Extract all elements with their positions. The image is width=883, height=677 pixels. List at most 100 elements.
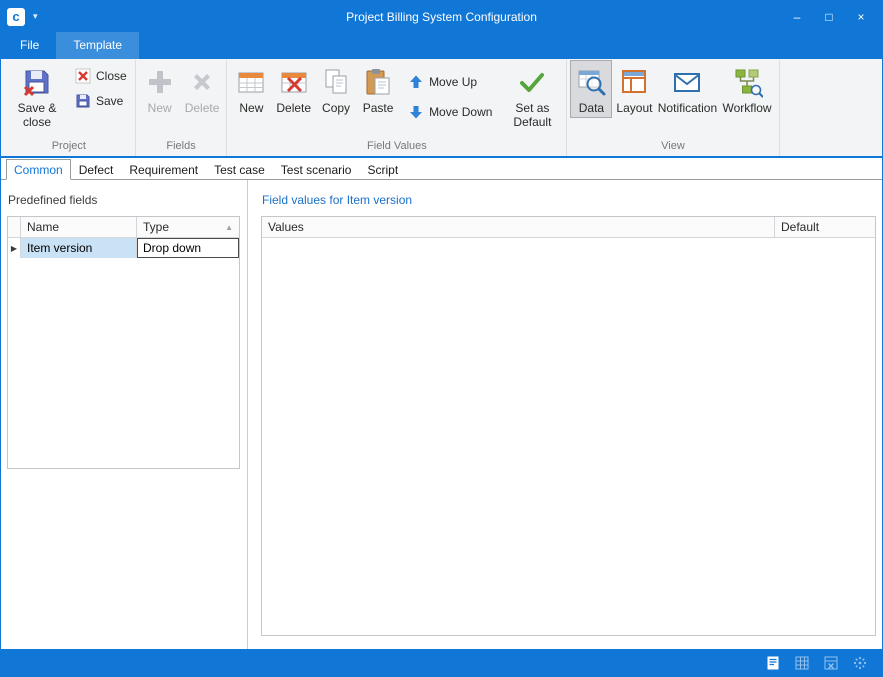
group-caption-field-values: Field Values: [230, 139, 563, 156]
split-panels: Predefined fields Name Type ▲ ▶ Item ver…: [1, 180, 882, 649]
row-indicator-icon: ▶: [8, 238, 21, 258]
arrow-up-icon: [408, 74, 424, 90]
paste-icon: [362, 66, 394, 98]
notification-view-label: Notification: [658, 101, 717, 115]
paste-button[interactable]: Paste: [357, 60, 399, 118]
project-small-buttons: Close Save: [68, 60, 132, 111]
save-and-close-label: Save & close: [10, 101, 64, 130]
grid-empty-area[interactable]: [262, 238, 875, 635]
group-caption-fields: Fields: [139, 139, 224, 156]
column-header-default[interactable]: Default: [775, 217, 875, 237]
grid-view-icon[interactable]: [793, 654, 810, 671]
values-new-button[interactable]: New: [230, 60, 272, 118]
save-button[interactable]: Save: [72, 91, 130, 111]
ribbon-tab-template[interactable]: Template: [56, 32, 139, 59]
layout-icon: [618, 66, 650, 98]
checkmark-icon: [516, 66, 548, 98]
column-header-type[interactable]: Type ▲: [137, 217, 239, 237]
plus-icon: [144, 66, 176, 98]
predefined-fields-title: Predefined fields: [7, 190, 240, 216]
grid-header: Values Default: [262, 217, 875, 238]
workflow-view-label: Workflow: [722, 101, 771, 115]
move-down-button[interactable]: Move Down: [405, 102, 495, 122]
ribbon-tab-file[interactable]: File: [3, 32, 56, 59]
ribbon-group-fields: New Delete Fields: [136, 60, 228, 156]
ribbon: Save & close Close Save: [1, 59, 882, 156]
field-values-title: Field values for Item version: [261, 190, 876, 216]
data-view-button[interactable]: Data: [570, 60, 612, 118]
sort-ascending-icon: ▲: [225, 223, 233, 232]
field-values-panel: Field values for Item version Values Def…: [248, 180, 882, 649]
close-window-button[interactable]: ×: [846, 5, 876, 29]
save-and-close-button[interactable]: Save & close: [6, 60, 68, 133]
values-delete-label: Delete: [276, 101, 311, 115]
workflow-view-button[interactable]: Workflow: [718, 60, 775, 118]
tab-requirement[interactable]: Requirement: [121, 159, 206, 180]
close-x-icon: [75, 68, 91, 84]
cell-field-type[interactable]: Drop down: [137, 238, 239, 258]
ribbon-group-view: Data Layout Notification: [567, 60, 779, 156]
copy-button[interactable]: Copy: [315, 60, 357, 118]
layout-view-label: Layout: [616, 101, 652, 115]
app-logo-icon[interactable]: c: [7, 8, 25, 26]
move-down-label: Move Down: [429, 105, 492, 119]
maximize-button[interactable]: □: [814, 5, 844, 29]
move-up-button[interactable]: Move Up: [405, 72, 495, 92]
fields-delete-button[interactable]: Delete: [181, 60, 224, 118]
notification-view-button[interactable]: Notification: [656, 60, 718, 118]
grid-empty-area[interactable]: [8, 258, 239, 468]
data-search-icon: [575, 66, 607, 98]
copy-label: Copy: [322, 101, 350, 115]
predefined-fields-panel: Predefined fields Name Type ▲ ▶ Item ver…: [1, 180, 247, 649]
save-icon: [75, 93, 91, 109]
fields-delete-label: Delete: [185, 101, 220, 115]
delete-table-icon: [278, 66, 310, 98]
new-table-icon: [235, 66, 267, 98]
titlebar-left: c ▾: [7, 8, 38, 26]
tab-script[interactable]: Script: [359, 159, 406, 180]
values-new-label: New: [239, 101, 263, 115]
close-button[interactable]: Close: [72, 66, 130, 86]
row-indicator-header: [8, 217, 21, 237]
quick-access-chevron-icon[interactable]: ▾: [33, 11, 38, 22]
app-window: c ▾ Project Billing System Configuration…: [0, 0, 883, 677]
tab-common[interactable]: Common: [6, 159, 71, 180]
ribbon-tab-strip: File Template: [1, 32, 882, 59]
arrow-down-icon: [408, 104, 424, 120]
column-header-name[interactable]: Name: [21, 217, 137, 237]
set-as-default-button[interactable]: Set as Default: [501, 60, 563, 133]
delete-x-icon: [186, 66, 218, 98]
minimize-button[interactable]: –: [782, 5, 812, 29]
form-view-icon[interactable]: [764, 654, 781, 671]
field-values-grid: Values Default: [261, 216, 876, 636]
layout-view-button[interactable]: Layout: [612, 60, 656, 118]
layout-dots-icon[interactable]: [851, 654, 868, 671]
fields-new-label: New: [148, 101, 172, 115]
close-label: Close: [96, 69, 127, 83]
envelope-icon: [671, 66, 703, 98]
set-as-default-label: Set as Default: [505, 101, 559, 130]
fields-new-button[interactable]: New: [139, 60, 181, 118]
data-view-label: Data: [579, 101, 604, 115]
window-controls: – □ ×: [782, 5, 876, 29]
table-row[interactable]: ▶ Item version Drop down: [8, 238, 239, 258]
card-view-close-icon[interactable]: [822, 654, 839, 671]
copy-icon: [320, 66, 352, 98]
window-title: Project Billing System Configuration: [1, 10, 882, 24]
values-delete-button[interactable]: Delete: [272, 60, 315, 118]
tab-test-case[interactable]: Test case: [206, 159, 273, 180]
ribbon-group-field-values: New Delete Copy: [227, 60, 567, 156]
group-caption-view: View: [570, 139, 775, 156]
entity-tab-strip: Common Defect Requirement Test case Test…: [1, 158, 882, 180]
save-close-icon: [21, 66, 53, 98]
move-up-label: Move Up: [429, 75, 477, 89]
predefined-fields-grid: Name Type ▲ ▶ Item version Drop down: [7, 216, 240, 469]
save-label: Save: [96, 94, 123, 108]
column-header-values[interactable]: Values: [262, 217, 775, 237]
group-caption-project: Project: [6, 139, 132, 156]
tab-test-scenario[interactable]: Test scenario: [273, 159, 360, 180]
cell-field-name[interactable]: Item version: [21, 238, 137, 258]
content-area: Common Defect Requirement Test case Test…: [1, 156, 882, 649]
paste-label: Paste: [363, 101, 394, 115]
tab-defect[interactable]: Defect: [71, 159, 122, 180]
